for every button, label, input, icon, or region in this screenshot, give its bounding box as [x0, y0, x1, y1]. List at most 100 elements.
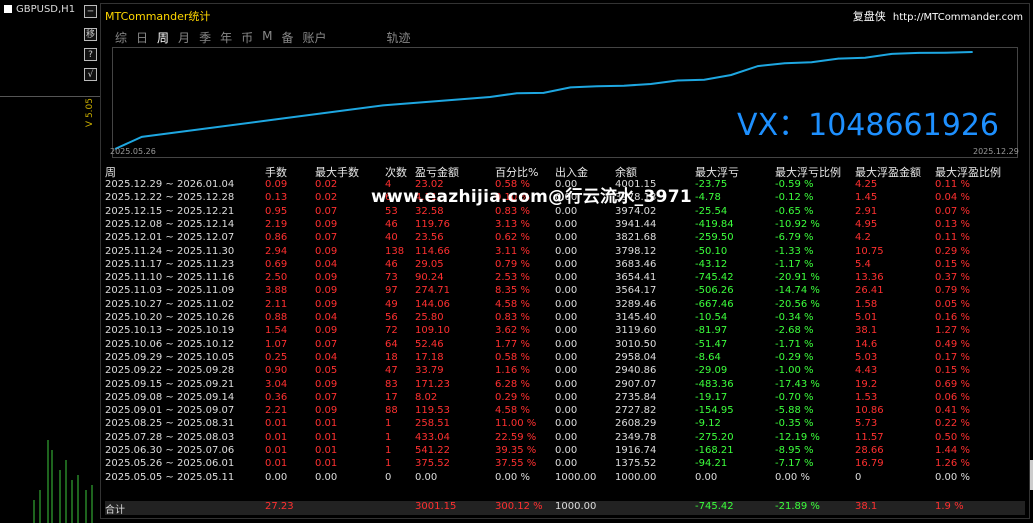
- background-price-bars: [33, 440, 93, 523]
- table-cell: 2025.08.25 ~ 2025.08.31: [105, 418, 235, 430]
- table-cell: 2025.10.27 ~ 2025.11.02: [105, 298, 235, 310]
- tab-notes[interactable]: 备: [281, 29, 293, 46]
- help-button[interactable]: ?: [84, 48, 97, 61]
- table-cell: 27.23: [265, 501, 294, 512]
- table-cell: 0.16 %: [935, 312, 970, 323]
- confirm-button[interactable]: √: [84, 68, 97, 81]
- table-cell: 0.01: [315, 445, 338, 456]
- table-cell: 0.00: [415, 471, 438, 483]
- table-cell: 109.10: [415, 325, 450, 337]
- tab-m[interactable]: M: [262, 29, 272, 46]
- equity-point: [650, 83, 652, 85]
- table-cell: 0.49 %: [935, 338, 970, 350]
- table-cell: 0.09: [315, 245, 338, 257]
- table-cell: 2025.09.15 ~ 2025.09.21: [105, 378, 235, 390]
- table-cell: -8.64: [695, 351, 721, 363]
- tab-currency[interactable]: 币: [241, 29, 253, 46]
- table-cell: 0.00: [555, 378, 578, 390]
- table-cell: 0.69 %: [935, 378, 970, 390]
- table-cell: 1.16 %: [495, 365, 530, 377]
- table-cell: 0.07: [315, 232, 338, 244]
- tab-overview[interactable]: 综: [115, 29, 127, 46]
- tab-quarter[interactable]: 季: [199, 29, 211, 46]
- table-cell: 33.79: [415, 365, 444, 377]
- tab-day[interactable]: 日: [136, 29, 148, 46]
- divider: [0, 96, 100, 97]
- table-cell: -2.68 %: [775, 325, 814, 337]
- tab-track[interactable]: 轨迹: [387, 29, 411, 46]
- table-cell: 1: [385, 431, 392, 443]
- table-cell: -43.12: [695, 258, 728, 270]
- tab-month[interactable]: 月: [178, 29, 190, 46]
- table-cell: 16.79: [855, 458, 884, 470]
- table-cell: 1000.00: [615, 471, 657, 483]
- table-cell: 0.07: [315, 205, 338, 217]
- table-cell: 39.35 %: [495, 445, 537, 456]
- table-row: 2025.12.08 ~ 2025.12.14 2.19 0.09 46 119.76 3…: [105, 219, 1025, 232]
- table-cell: 22.59 %: [495, 431, 537, 443]
- table-cell: 4.43: [855, 365, 878, 377]
- table-cell: 26.41: [855, 285, 884, 297]
- table-cell: -12.19 %: [775, 431, 820, 443]
- table-cell: 97: [385, 285, 398, 297]
- table-cell: 2.11: [265, 298, 288, 310]
- table-cell: 0.07: [315, 391, 338, 403]
- table-row: 2025.11.10 ~ 2025.11.16 2.50 0.09 73 90.24 2.…: [105, 272, 1025, 285]
- table-row: 2025.12.01 ~ 2025.12.07 0.86 0.07 40 23.56 0.…: [105, 232, 1025, 245]
- table-cell: 0.00: [695, 471, 718, 483]
- table-cell: 0.04 %: [935, 192, 970, 204]
- table-row: 2025.09.29 ~ 2025.10.05 0.25 0.04 18 17.18 0.…: [105, 352, 1025, 365]
- table-cell: 0.29 %: [495, 391, 530, 403]
- table-cell: 11.00 %: [495, 418, 537, 430]
- tab-week[interactable]: 周: [157, 29, 169, 46]
- table-cell: 1375.52: [615, 458, 657, 470]
- table-row: 2025.07.28 ~ 2025.08.03 0.01 0.01 1 433.04 22…: [105, 432, 1025, 445]
- equity-point: [703, 78, 706, 81]
- move-button[interactable]: 移: [84, 28, 97, 41]
- table-cell: 18: [385, 351, 398, 363]
- tab-year[interactable]: 年: [220, 29, 232, 46]
- table-cell: 0.09: [315, 218, 338, 230]
- table-cell: 0.69: [265, 258, 288, 270]
- table-cell: 1000.00: [555, 501, 597, 512]
- table-cell: 5.73: [855, 418, 878, 430]
- table-cell: 0: [385, 471, 392, 483]
- table-cell: -0.70 %: [775, 391, 814, 403]
- table-cell: 1.58: [855, 298, 878, 310]
- table-cell: 0.15 %: [935, 258, 970, 270]
- table-total-row: 合计 27.23 3001.15 300.12 % 1000.00 -745.42 -21.…: [105, 501, 1025, 516]
- table-cell: 3974.02: [615, 205, 657, 217]
- table-cell: -0.35 %: [775, 418, 814, 430]
- table-cell: 0.00: [555, 245, 578, 257]
- panel-title: MTCommander统计: [105, 10, 211, 23]
- table-cell: -745.42: [695, 501, 734, 512]
- table-cell: 最大手数: [315, 166, 359, 179]
- table-cell: 138: [385, 245, 405, 257]
- table-row: 2025.10.13 ~ 2025.10.19 1.54 0.09 72 109.10 3…: [105, 325, 1025, 338]
- table-cell: 0.04: [315, 258, 338, 270]
- table-cell: 0.02: [315, 179, 338, 190]
- watermark-text: www.eazhijia.com@行云流水_3971: [371, 187, 692, 207]
- brand-link[interactable]: http://MTCommander.com: [893, 12, 1023, 23]
- table-cell: 6.28 %: [495, 378, 530, 390]
- table-cell: -6.79 %: [775, 232, 814, 244]
- table-cell: 3119.60: [615, 325, 657, 337]
- table-cell: 2.94: [265, 245, 288, 257]
- table-cell: 2608.29: [615, 418, 657, 430]
- table-cell: 0.02: [315, 192, 338, 204]
- table-cell: -21.89 %: [775, 501, 820, 512]
- minimize-button[interactable]: ─: [84, 5, 97, 18]
- equity-point: [489, 96, 491, 98]
- tab-account[interactable]: 账户: [302, 29, 326, 46]
- table-cell: 0.83 %: [495, 312, 530, 323]
- equity-point: [864, 57, 866, 59]
- table-row: 2025.05.26 ~ 2025.06.01 0.01 0.01 1 375.52 37…: [105, 458, 1025, 471]
- table-cell: 1916.74: [615, 445, 657, 456]
- table-cell: 3564.17: [615, 285, 657, 297]
- table-cell: 53: [385, 205, 398, 217]
- table-row: 2025.11.24 ~ 2025.11.30 2.94 0.09 138 114.66…: [105, 246, 1025, 259]
- table-row: 2025.10.20 ~ 2025.10.26 0.88 0.04 56 25.80 0.…: [105, 312, 1025, 325]
- table-cell: 0.62 %: [495, 232, 530, 244]
- table-cell: 10.75: [855, 245, 884, 257]
- table-cell: 2025.11.03 ~ 2025.11.09: [105, 285, 235, 297]
